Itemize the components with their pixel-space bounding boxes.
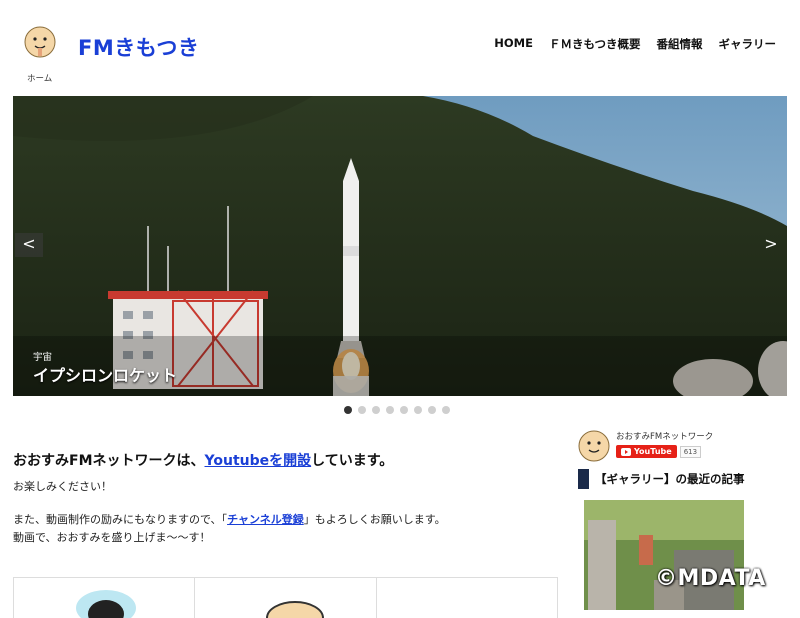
slider-prev-button[interactable]: <: [15, 233, 43, 257]
nav-programs[interactable]: 番組情報: [657, 36, 703, 52]
subscribe-text: また、動画制作の励みにもなりますので、「チャンネル登録」もよろしくお願いします。: [13, 511, 558, 529]
video-thumbnail[interactable]: [195, 578, 375, 618]
slider-dot[interactable]: [442, 406, 450, 414]
video-thumbnail[interactable]: [14, 578, 194, 618]
slider-dot[interactable]: [386, 406, 394, 414]
slider-dot[interactable]: [344, 406, 352, 414]
video-card[interactable]: [377, 578, 557, 618]
slider-dot[interactable]: [414, 406, 422, 414]
channel-avatar-icon[interactable]: [578, 430, 610, 462]
video-cards: [13, 577, 558, 618]
youtube-label: YouTube: [634, 447, 672, 456]
subscriber-count: 613: [679, 445, 702, 458]
subscribe-text-post: 」もよろしくお願いします。: [303, 513, 446, 526]
channel-name[interactable]: おおすみFMネットワーク: [616, 430, 713, 442]
subscribe-text-pre: また、動画制作の励みにもなりますので、「: [13, 513, 228, 526]
slide-title[interactable]: イプシロンロケット: [33, 362, 177, 386]
site-title[interactable]: FMきもつき: [78, 32, 199, 62]
video-card[interactable]: [195, 578, 377, 618]
youtube-subscribe-button[interactable]: YouTube: [616, 445, 677, 458]
main-nav: HOME ＦＭきもつき概要 番組情報 ギャラリー: [494, 36, 776, 52]
closing-text: 動画で、おおすみを盛り上げま～～す！: [13, 531, 211, 544]
headline-text: しています。: [311, 453, 394, 469]
watermark: ©MDATA: [655, 566, 766, 591]
nav-about[interactable]: ＦＭきもつき概要: [549, 36, 641, 52]
youtube-play-icon: [621, 447, 631, 456]
youtube-headline: おおすみFMネットワークは、Youtubeを開設しています。: [13, 450, 558, 470]
channel-subscribe-link[interactable]: チャンネル登録: [227, 513, 304, 526]
slider-pagination: [344, 406, 450, 414]
youtube-link[interactable]: Youtubeを開設: [205, 453, 312, 469]
site-header: FMきもつき HOME ＦＭきもつき概要 番組情報 ギャラリー ホーム: [0, 0, 800, 90]
headline-text: おおすみFMネットワークは、: [13, 453, 205, 469]
hero-slider: < > 宇宙 イプシロンロケット: [13, 96, 787, 396]
site-logo-icon[interactable]: [24, 26, 56, 58]
slider-next-button[interactable]: >: [757, 233, 785, 257]
intro-text: お楽しみください！: [13, 480, 112, 493]
slider-dot[interactable]: [400, 406, 408, 414]
breadcrumb[interactable]: ホーム: [27, 72, 52, 84]
youtube-subscribe: YouTube 613: [616, 445, 702, 458]
slider-dot[interactable]: [428, 406, 436, 414]
video-card[interactable]: [14, 578, 196, 618]
slide-category[interactable]: 宇宙: [33, 349, 52, 363]
main-content: おおすみFMネットワークは、Youtubeを開設しています。 お楽しみください！…: [13, 440, 558, 618]
recent-posts-heading: 【ギャラリー】の最近の記事: [578, 469, 778, 489]
nav-gallery[interactable]: ギャラリー: [719, 36, 777, 52]
recent-post-thumbnail[interactable]: [584, 500, 744, 610]
slide-image-rocket[interactable]: [13, 96, 787, 396]
slider-dot[interactable]: [358, 406, 366, 414]
nav-home[interactable]: HOME: [494, 36, 533, 52]
slider-dot[interactable]: [372, 406, 380, 414]
